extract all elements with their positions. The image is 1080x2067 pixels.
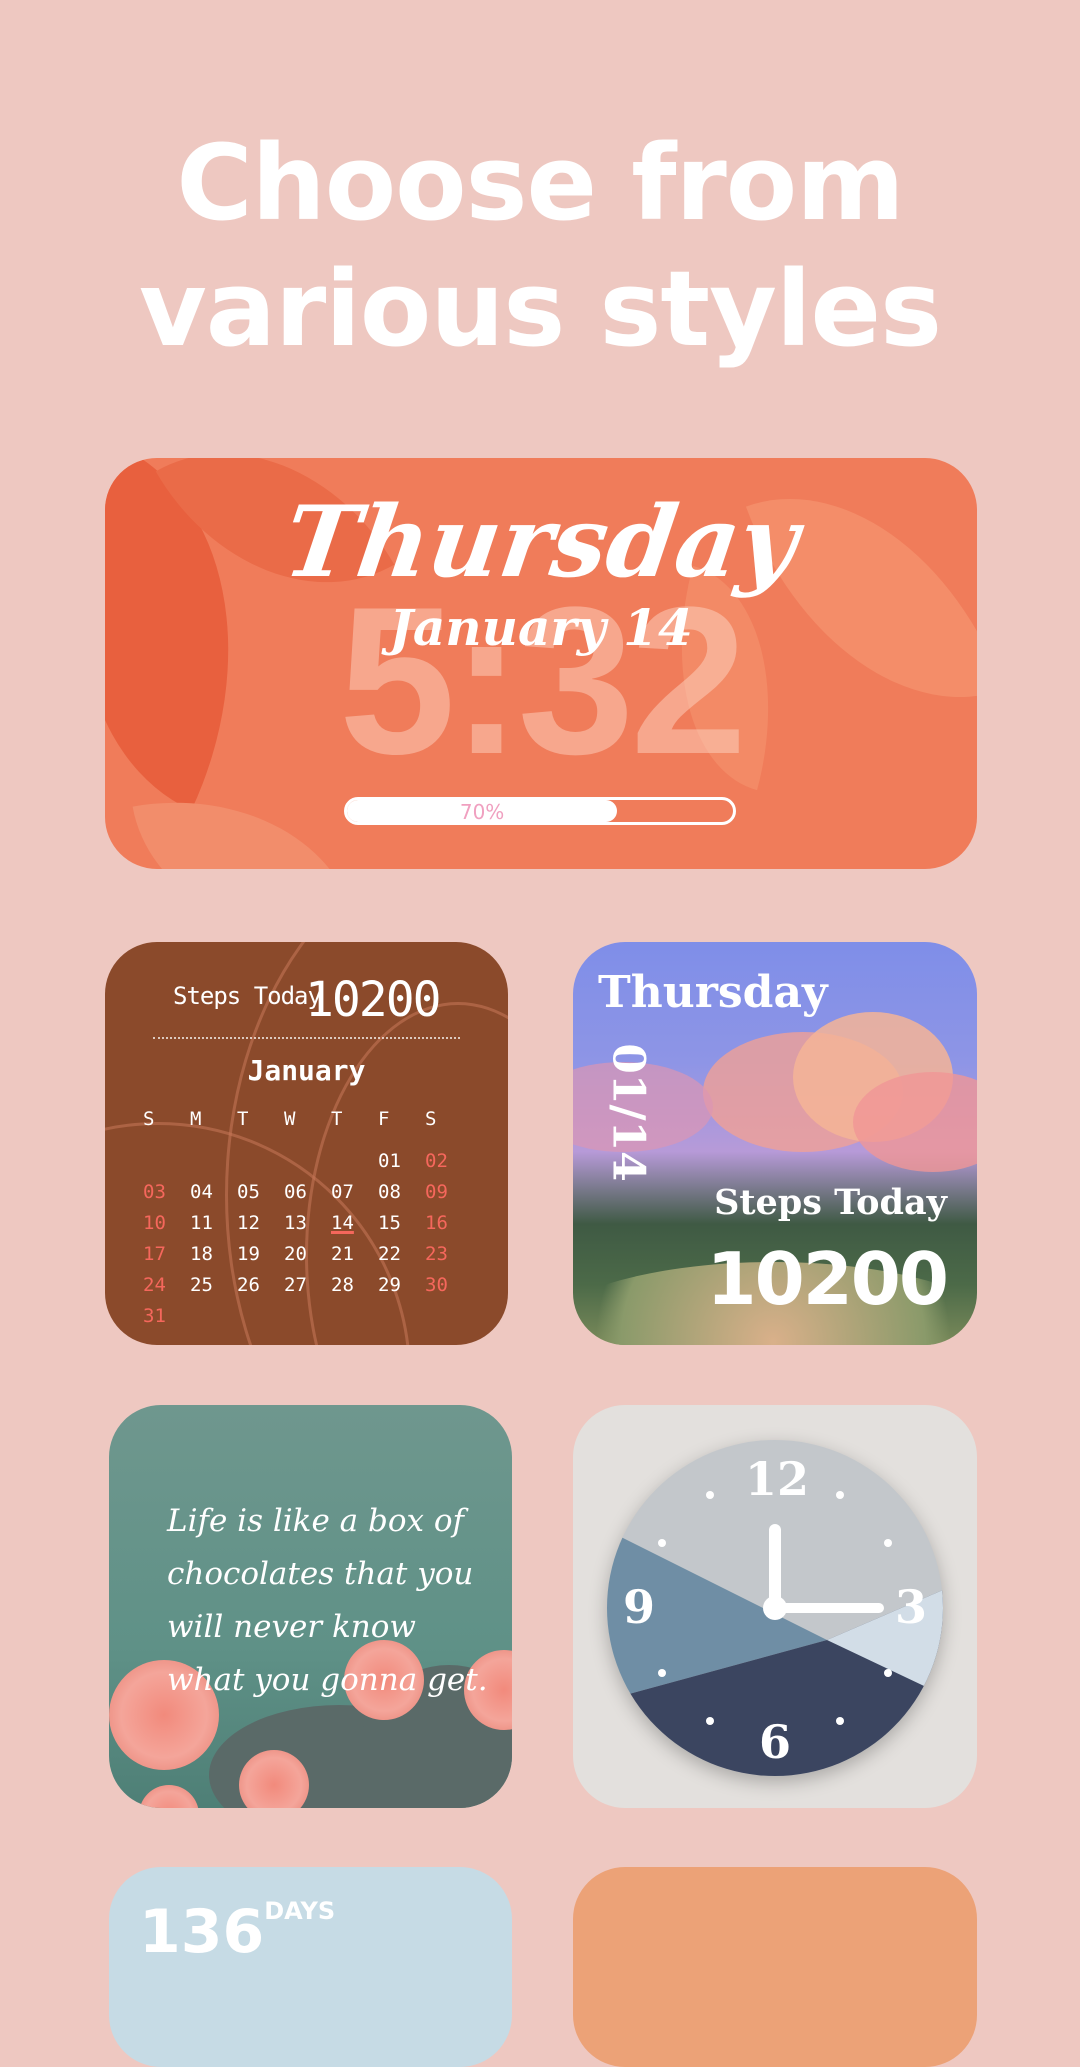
weekday-header: W (284, 1108, 296, 1130)
rose-decoration (139, 1785, 199, 1808)
headline-line-2: various styles (138, 248, 942, 370)
month-label: January (247, 1054, 366, 1087)
date-label: January 14 (389, 598, 693, 657)
calendar-empty-cell (284, 1149, 331, 1174)
steps-value: 10200 (305, 972, 441, 1028)
calendar-day[interactable]: 09 (425, 1180, 472, 1205)
calendar-day[interactable]: 28 (331, 1273, 378, 1298)
progress-label: 70% (459, 800, 505, 824)
calendar-empty-cell (331, 1304, 378, 1329)
date-text: 01/14 (602, 1043, 654, 1182)
calendar-day[interactable]: 07 (331, 1180, 378, 1205)
weekday-header: M (190, 1108, 202, 1130)
calendar-day[interactable]: 20 (284, 1242, 331, 1267)
calendar-day[interactable]: 05 (237, 1180, 284, 1205)
calendar-empty-cell (237, 1304, 284, 1329)
steps-label: Steps Today (173, 982, 322, 1010)
day-label: Thursday (277, 485, 805, 600)
calendar-empty-cell (425, 1304, 472, 1329)
weekday-header: F (378, 1108, 390, 1130)
calendar-day[interactable]: 17 (143, 1242, 190, 1267)
calendar-empty-cell (378, 1304, 425, 1329)
countdown-widget-card[interactable]: 136DAYS (109, 1867, 512, 2067)
calendar-day[interactable]: 13 (284, 1211, 331, 1236)
calendar-day[interactable]: 15 (378, 1211, 425, 1236)
clock-center (763, 1596, 787, 1620)
calendar-day[interactable]: 26 (237, 1273, 284, 1298)
calendar-day[interactable]: 08 (378, 1180, 425, 1205)
scenic-steps-widget-card[interactable]: Thursday 01/14 Steps Today 10200 (573, 942, 977, 1345)
steps-value: 10200 (706, 1237, 949, 1321)
weekday-header: S (425, 1108, 437, 1130)
calendar-day[interactable]: 30 (425, 1273, 472, 1298)
calendar-day[interactable]: 16 (425, 1211, 472, 1236)
calendar-day[interactable]: 22 (378, 1242, 425, 1267)
calendar-day[interactable]: 19 (237, 1242, 284, 1267)
calendar-day[interactable]: 03 (143, 1180, 190, 1205)
calendar-day[interactable]: 02 (425, 1149, 472, 1174)
day-label: Thursday (598, 967, 828, 1018)
quote-text: Life is like a box of chocolates that yo… (167, 1503, 488, 1698)
calendar-day[interactable]: 23 (425, 1242, 472, 1267)
calendar-day[interactable]: 12 (237, 1211, 284, 1236)
calendar-empty-cell (284, 1304, 331, 1329)
calendar-empty-cell (331, 1149, 378, 1174)
calendar-day[interactable]: 21 (331, 1242, 378, 1267)
calendar-day[interactable]: 29 (378, 1273, 425, 1298)
analog-clock-widget-card[interactable]: 12 3 6 9 (573, 1405, 977, 1808)
countdown-unit: DAYS (264, 1897, 336, 1925)
calendar-day[interactable]: 27 (284, 1273, 331, 1298)
calendar-empty-cell (237, 1149, 284, 1174)
calendar-empty-cell (143, 1149, 190, 1174)
headline: Choose from various styles (0, 120, 1080, 372)
calendar-empty-cell (190, 1149, 237, 1174)
quote-widget-card[interactable]: Life is like a box of chocolates that yo… (109, 1405, 512, 1808)
date-vertical: 01/14 (598, 1037, 658, 1187)
calendar-day[interactable]: 04 (190, 1180, 237, 1205)
battery-progress-bar: 70% (344, 797, 736, 825)
calendar-day[interactable]: 14 (331, 1211, 378, 1236)
calendar-day[interactable]: 24 (143, 1273, 190, 1298)
countdown-number: 136 (139, 1897, 265, 1967)
clock-hands (763, 1524, 884, 1620)
calendar-day[interactable]: 31 (143, 1304, 190, 1329)
divider (153, 1037, 460, 1039)
orange-widget-card[interactable] (573, 1867, 977, 2067)
calendar-day[interactable]: 01 (378, 1149, 425, 1174)
calendar-day[interactable]: 10 (143, 1211, 190, 1236)
steps-label: Steps Today (714, 1182, 947, 1223)
calendar-empty-cell (190, 1304, 237, 1329)
calendar-day[interactable]: 25 (190, 1273, 237, 1298)
calendar-day[interactable]: 11 (190, 1211, 237, 1236)
calendar-day[interactable]: 18 (190, 1242, 237, 1267)
weekday-header: S (143, 1108, 155, 1130)
calendar-day[interactable]: 06 (284, 1180, 331, 1205)
clock-face: 12 3 6 9 (607, 1440, 943, 1776)
time-widget-card[interactable]: 5:32 Thursday January 14 70% (105, 458, 977, 869)
calendar-grid: S M T W T F S 01 02 03 04 05 06 07 08 09 10 11 12 13 14 15 16 1… (143, 1107, 473, 1329)
countdown-text: 136DAYS (139, 1897, 335, 1967)
weekday-header: T (331, 1108, 343, 1130)
calendar-widget-card[interactable]: Steps Today 10200 January S M T W T F S 01 02 03 0… (105, 942, 508, 1345)
headline-line-1: Choose from (176, 122, 904, 244)
weekday-header: T (237, 1108, 249, 1130)
